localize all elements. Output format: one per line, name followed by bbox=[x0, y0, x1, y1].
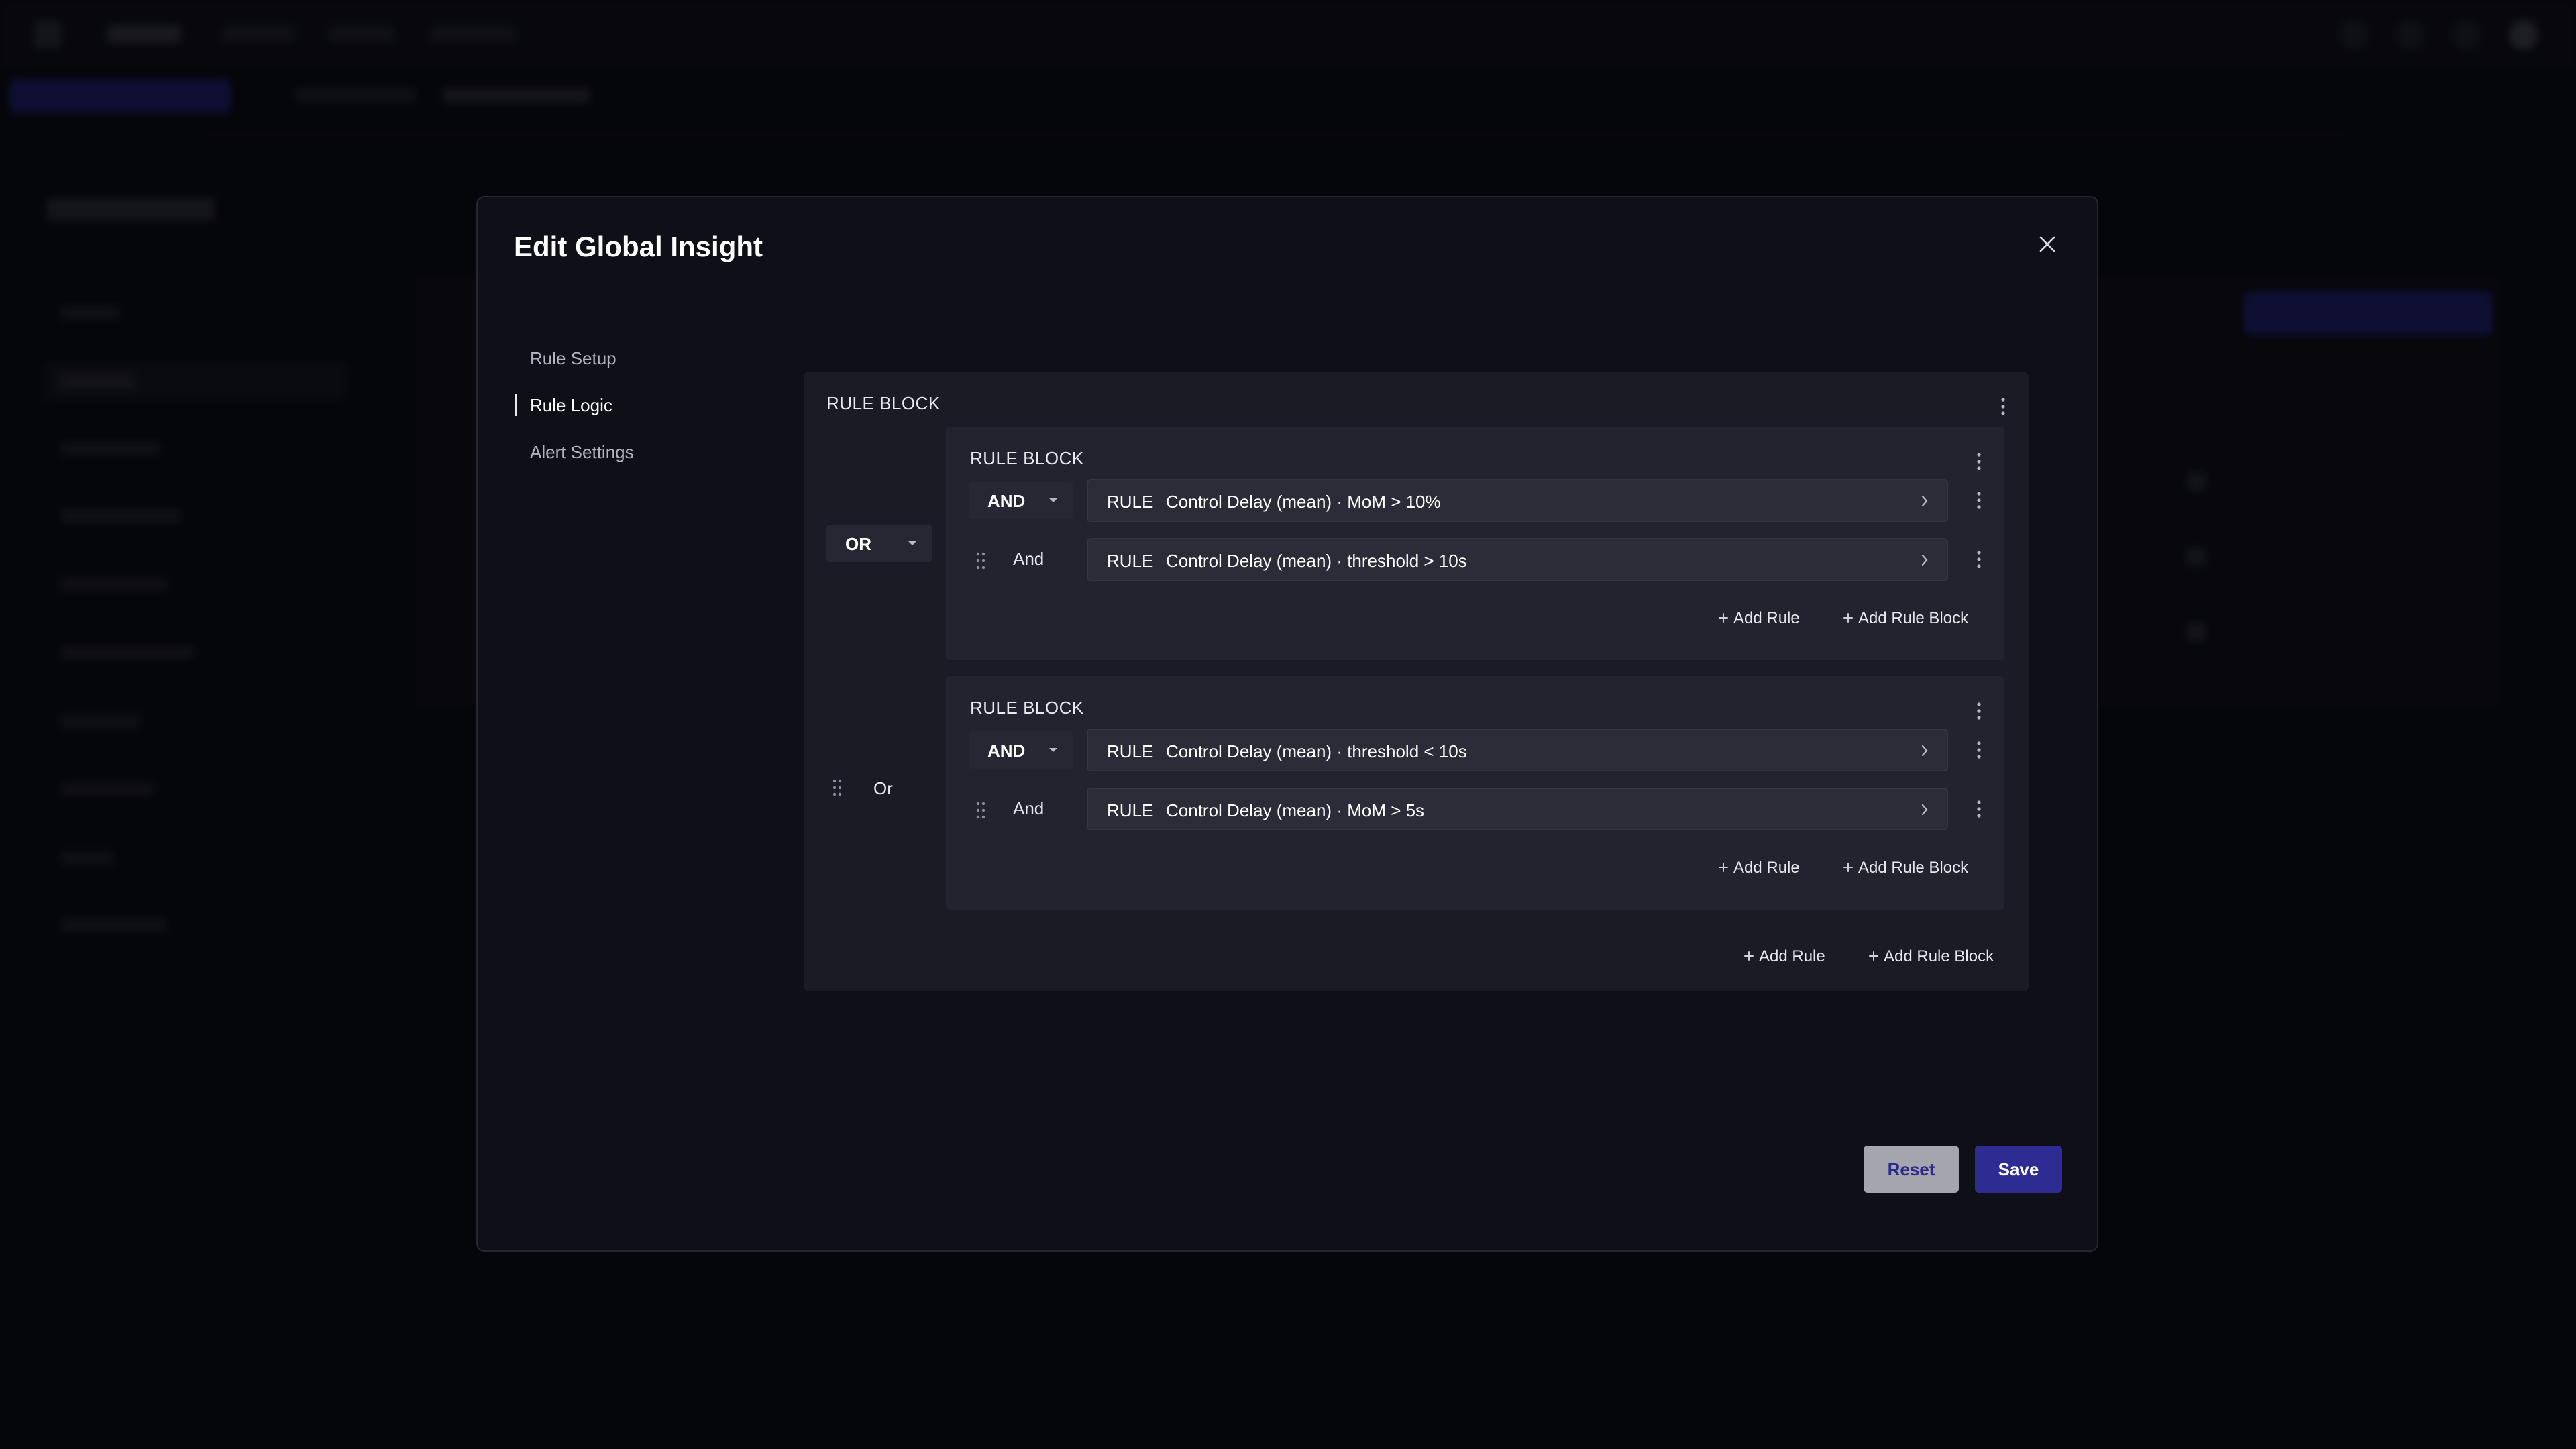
outer-block2-drag-handle[interactable] bbox=[830, 777, 844, 798]
outer-operator-value: OR bbox=[845, 534, 871, 554]
outer-block-label: RULE BLOCK bbox=[826, 393, 941, 413]
save-button[interactable]: Save bbox=[1975, 1146, 2062, 1193]
rule-block-1-more-button[interactable] bbox=[1971, 448, 1987, 475]
outer-connector-label: Or bbox=[873, 778, 893, 798]
add-rule-button[interactable]: Add Rule bbox=[1717, 859, 1800, 877]
add-rule-block-label: Add Rule Block bbox=[1858, 609, 1969, 627]
rule-more-button[interactable] bbox=[1971, 737, 1987, 763]
modal-title: Edit Global Insight bbox=[514, 231, 763, 262]
drag-handle-icon bbox=[976, 552, 985, 570]
rule-block-2-operator-value: AND bbox=[987, 741, 1026, 761]
close-button[interactable] bbox=[2031, 228, 2063, 260]
add-rule-label: Add Rule bbox=[1759, 947, 1825, 965]
rule-drag-handle[interactable] bbox=[974, 550, 987, 572]
outer-operator-select[interactable]: OR bbox=[826, 525, 932, 562]
plus-icon bbox=[1869, 951, 1878, 961]
caret-down-icon bbox=[1049, 498, 1057, 502]
caret-down-icon bbox=[1049, 748, 1057, 752]
kebab-icon bbox=[1977, 551, 1981, 568]
rule-connector-label: And bbox=[1013, 798, 1044, 818]
plus-icon bbox=[1843, 613, 1853, 623]
nav-item-alert-settings[interactable]: Alert Settings bbox=[515, 439, 634, 466]
add-rule-block-label: Add Rule Block bbox=[1884, 947, 1994, 965]
rule-block-1-label: RULE BLOCK bbox=[970, 448, 1084, 468]
kebab-icon bbox=[1977, 492, 1981, 509]
rule-row[interactable]: RULE Control Delay (mean) · threshold < … bbox=[1087, 729, 1948, 771]
edit-global-insight-modal: Edit Global Insight Rule Setup Rule Logi… bbox=[476, 196, 2098, 1252]
plus-icon bbox=[1843, 863, 1853, 872]
chevron-right-icon bbox=[1921, 804, 1928, 816]
add-rule-block-button[interactable]: Add Rule Block bbox=[1842, 859, 1968, 877]
kebab-icon bbox=[2001, 398, 2005, 415]
kebab-icon bbox=[1977, 702, 1981, 720]
outer-block-more-button[interactable] bbox=[1995, 393, 2011, 420]
rule-connector-label: And bbox=[1013, 549, 1044, 569]
chevron-right-icon bbox=[1921, 554, 1928, 566]
rule-block-1-operator-select[interactable]: AND bbox=[969, 482, 1073, 519]
nav-item-rule-setup[interactable]: Rule Setup bbox=[515, 345, 616, 372]
rule-tag: RULE bbox=[1107, 492, 1154, 512]
rule-text: Control Delay (mean) · threshold > 10s bbox=[1166, 551, 1467, 571]
rule-more-button[interactable] bbox=[1971, 487, 1987, 514]
outer-rule-block: RULE BLOCK OR Or RULE BLOCK AND RULE Con… bbox=[804, 372, 2029, 991]
kebab-icon bbox=[1977, 741, 1981, 759]
drag-handle-icon bbox=[976, 802, 985, 819]
rule-more-button[interactable] bbox=[1971, 796, 1987, 822]
rule-tag: RULE bbox=[1107, 551, 1154, 571]
rule-block-2: RULE BLOCK AND RULE Control Delay (mean)… bbox=[946, 676, 2004, 910]
rule-more-button[interactable] bbox=[1971, 546, 1987, 573]
rule-block-1-operator-value: AND bbox=[987, 491, 1026, 511]
rule-row[interactable]: RULE Control Delay (mean) · MoM > 5s bbox=[1087, 788, 1948, 830]
rule-tag: RULE bbox=[1107, 741, 1154, 761]
rule-text: Control Delay (mean) · MoM > 5s bbox=[1166, 800, 1425, 820]
rule-block-1: RULE BLOCK AND RULE Control Delay (mean)… bbox=[946, 427, 2004, 660]
rule-row[interactable]: RULE Control Delay (mean) · MoM > 10% bbox=[1087, 479, 1948, 522]
plus-icon bbox=[1719, 613, 1728, 623]
add-rule-block-label: Add Rule Block bbox=[1858, 859, 1969, 877]
outer-add-rule-button[interactable]: Add Rule bbox=[1743, 947, 1825, 966]
rule-block-2-operator-select[interactable]: AND bbox=[969, 731, 1073, 769]
add-rule-block-button[interactable]: Add Rule Block bbox=[1842, 609, 1968, 628]
rule-text: Control Delay (mean) · threshold < 10s bbox=[1166, 741, 1467, 761]
add-rule-button[interactable]: Add Rule bbox=[1717, 609, 1800, 628]
rule-block-2-label: RULE BLOCK bbox=[970, 698, 1084, 718]
chevron-right-icon bbox=[1921, 495, 1928, 507]
rule-tag: RULE bbox=[1107, 800, 1154, 820]
plus-icon bbox=[1719, 863, 1728, 872]
rule-text: Control Delay (mean) · MoM > 10% bbox=[1166, 492, 1441, 512]
rule-row[interactable]: RULE Control Delay (mean) · threshold > … bbox=[1087, 538, 1948, 581]
drag-handle-icon bbox=[833, 779, 842, 796]
close-icon bbox=[2039, 236, 2055, 252]
add-rule-label: Add Rule bbox=[1733, 859, 1800, 877]
plus-icon bbox=[1744, 951, 1754, 961]
outer-add-rule-block-button[interactable]: Add Rule Block bbox=[1868, 947, 1994, 966]
add-rule-label: Add Rule bbox=[1733, 609, 1800, 627]
reset-button[interactable]: Reset bbox=[1864, 1146, 1959, 1193]
nav-item-rule-logic[interactable]: Rule Logic bbox=[515, 392, 612, 419]
caret-down-icon bbox=[908, 541, 916, 545]
kebab-icon bbox=[1977, 453, 1981, 470]
rule-drag-handle[interactable] bbox=[974, 800, 987, 821]
rule-block-2-more-button[interactable] bbox=[1971, 698, 1987, 724]
chevron-right-icon bbox=[1921, 745, 1928, 757]
kebab-icon bbox=[1977, 800, 1981, 818]
